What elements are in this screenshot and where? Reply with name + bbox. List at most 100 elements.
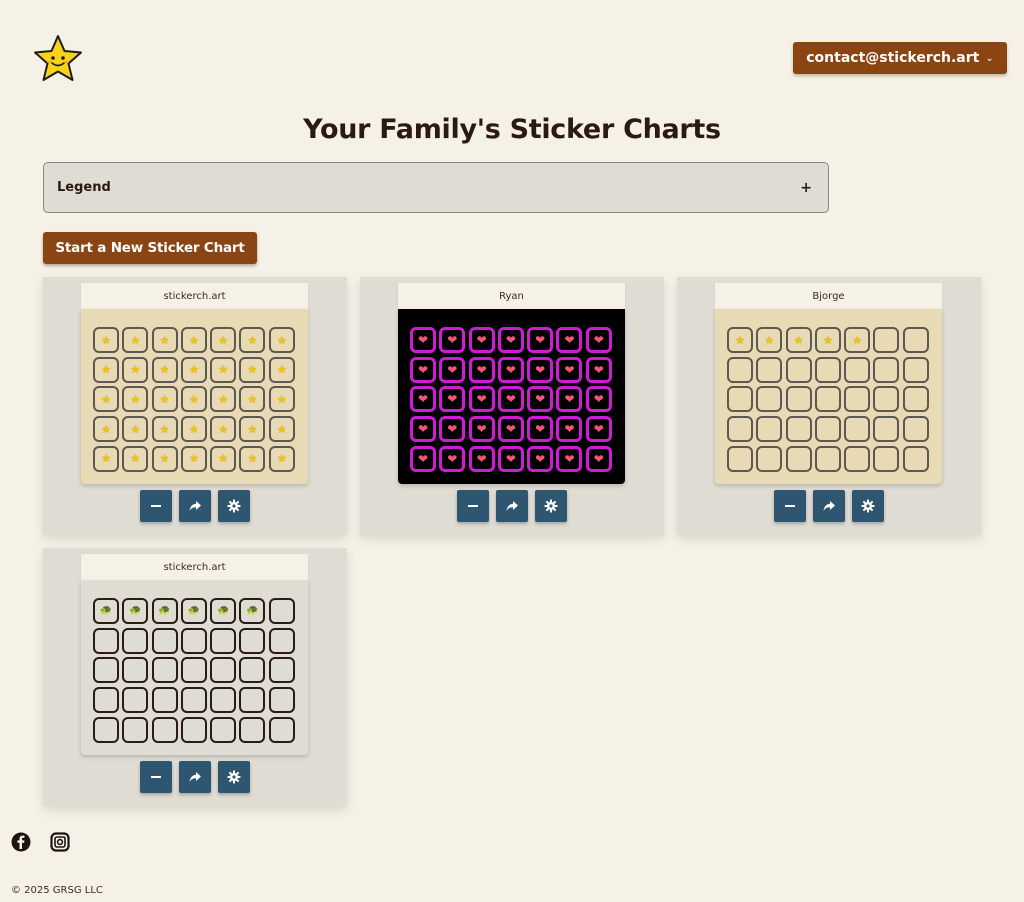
sticker-cell[interactable]	[785, 416, 812, 443]
sticker-cell[interactable]: ★	[122, 445, 149, 472]
sticker-cell[interactable]: ❤	[585, 416, 612, 443]
sticker-cell[interactable]: ❤	[410, 327, 436, 353]
sticker-cell[interactable]: ★	[151, 386, 178, 413]
sticker-cell[interactable]: ❤	[468, 327, 495, 353]
remove-sticker-button[interactable]	[140, 490, 172, 522]
sticker-cell[interactable]	[268, 598, 295, 624]
sticker-cell[interactable]: ★	[268, 386, 295, 413]
sticker-cell[interactable]	[239, 687, 266, 714]
sticker-cell[interactable]: ❤	[439, 445, 466, 472]
sticker-cell[interactable]: ❤	[497, 416, 524, 443]
sticker-cell[interactable]	[814, 416, 841, 443]
remove-sticker-button[interactable]	[140, 761, 172, 793]
share-chart-button[interactable]	[179, 490, 211, 522]
sticker-cell[interactable]	[873, 356, 900, 383]
sticker-cell[interactable]	[727, 356, 753, 383]
sticker-cell[interactable]	[239, 716, 266, 743]
sticker-cell[interactable]	[239, 627, 266, 654]
remove-sticker-button[interactable]	[774, 490, 806, 522]
sticker-cell[interactable]	[814, 356, 841, 383]
sticker-cell[interactable]: ❤	[439, 416, 466, 443]
sticker-cell[interactable]	[122, 627, 149, 654]
sticker-cell[interactable]: ❤	[410, 386, 436, 413]
sticker-cell[interactable]: 🐢	[122, 598, 149, 624]
sticker-cell[interactable]: 🐢	[239, 598, 266, 624]
sticker-cell[interactable]: ★	[122, 386, 149, 413]
sticker-cell[interactable]: ★	[151, 445, 178, 472]
sticker-cell[interactable]: ❤	[585, 445, 612, 472]
sticker-cell[interactable]: ❤	[439, 356, 466, 383]
sticker-cell[interactable]: ★	[814, 327, 841, 353]
sticker-cell[interactable]	[844, 445, 871, 472]
sticker-cell[interactable]: ❤	[497, 386, 524, 413]
sticker-cell[interactable]	[756, 356, 783, 383]
sticker-cell[interactable]: ❤	[585, 386, 612, 413]
sticker-cell[interactable]: ❤	[527, 356, 554, 383]
sticker-cell[interactable]: ★	[210, 356, 237, 383]
sticker-cell[interactable]: ★	[785, 327, 812, 353]
sticker-cell[interactable]: ★	[151, 327, 178, 353]
sticker-cell[interactable]: ❤	[497, 327, 524, 353]
chart-settings-button[interactable]	[218, 490, 250, 522]
sticker-cell[interactable]	[756, 445, 783, 472]
sticker-cell[interactable]: ★	[268, 445, 295, 472]
sticker-cell[interactable]	[210, 716, 237, 743]
sticker-cell[interactable]	[268, 627, 295, 654]
sticker-cell[interactable]: ★	[122, 356, 149, 383]
sticker-cell[interactable]	[151, 687, 178, 714]
sticker-cell[interactable]: ❤	[497, 356, 524, 383]
facebook-link[interactable]	[11, 832, 31, 852]
share-chart-button[interactable]	[179, 761, 211, 793]
sticker-cell[interactable]	[902, 416, 929, 443]
sticker-cell[interactable]	[873, 327, 900, 353]
smiling-star-logo-icon[interactable]	[32, 34, 84, 84]
sticker-cell[interactable]: ★	[239, 445, 266, 472]
sticker-cell[interactable]: ★	[210, 445, 237, 472]
sticker-cell[interactable]	[844, 356, 871, 383]
sticker-cell[interactable]: ★	[210, 416, 237, 443]
sticker-cell[interactable]: ★	[93, 327, 119, 353]
sticker-cell[interactable]: ★	[268, 416, 295, 443]
sticker-cell[interactable]	[93, 687, 119, 714]
remove-sticker-button[interactable]	[457, 490, 489, 522]
sticker-cell[interactable]: ❤	[527, 416, 554, 443]
sticker-cell[interactable]: ★	[122, 416, 149, 443]
sticker-cell[interactable]: ★	[268, 356, 295, 383]
sticker-cell[interactable]: 🐢	[180, 598, 207, 624]
sticker-cell[interactable]: ★	[151, 416, 178, 443]
sticker-cell[interactable]: 🐢	[210, 598, 237, 624]
sticker-cell[interactable]	[268, 716, 295, 743]
sticker-cell[interactable]	[151, 627, 178, 654]
sticker-cell[interactable]: ★	[239, 386, 266, 413]
sticker-cell[interactable]	[180, 716, 207, 743]
sticker-cell[interactable]	[727, 445, 753, 472]
sticker-cell[interactable]: ★	[180, 445, 207, 472]
sticker-cell[interactable]: ❤	[410, 356, 436, 383]
sticker-cell[interactable]: ★	[93, 416, 119, 443]
sticker-cell[interactable]	[180, 687, 207, 714]
account-menu-button[interactable]: contact@stickerch.art ⌄	[793, 42, 1007, 74]
sticker-cell[interactable]: ❤	[527, 445, 554, 472]
sticker-cell[interactable]: ❤	[556, 416, 583, 443]
chart-settings-button[interactable]	[535, 490, 567, 522]
sticker-cell[interactable]	[210, 687, 237, 714]
sticker-cell[interactable]	[873, 416, 900, 443]
sticker-cell[interactable]: ★	[122, 327, 149, 353]
sticker-cell[interactable]: ❤	[468, 386, 495, 413]
sticker-cell[interactable]	[268, 657, 295, 684]
sticker-cell[interactable]: ❤	[556, 386, 583, 413]
sticker-cell[interactable]	[902, 356, 929, 383]
sticker-cell[interactable]: ★	[239, 327, 266, 353]
sticker-cell[interactable]: ❤	[556, 445, 583, 472]
sticker-cell[interactable]: ★	[239, 356, 266, 383]
sticker-cell[interactable]: ★	[239, 416, 266, 443]
sticker-cell[interactable]	[844, 386, 871, 413]
sticker-cell[interactable]	[122, 687, 149, 714]
sticker-cell[interactable]	[151, 716, 178, 743]
sticker-cell[interactable]: 🐢	[93, 598, 119, 624]
sticker-cell[interactable]	[93, 716, 119, 743]
sticker-cell[interactable]: ❤	[439, 386, 466, 413]
sticker-cell[interactable]: ❤	[527, 386, 554, 413]
sticker-cell[interactable]: ❤	[410, 416, 436, 443]
sticker-cell[interactable]: ❤	[468, 445, 495, 472]
